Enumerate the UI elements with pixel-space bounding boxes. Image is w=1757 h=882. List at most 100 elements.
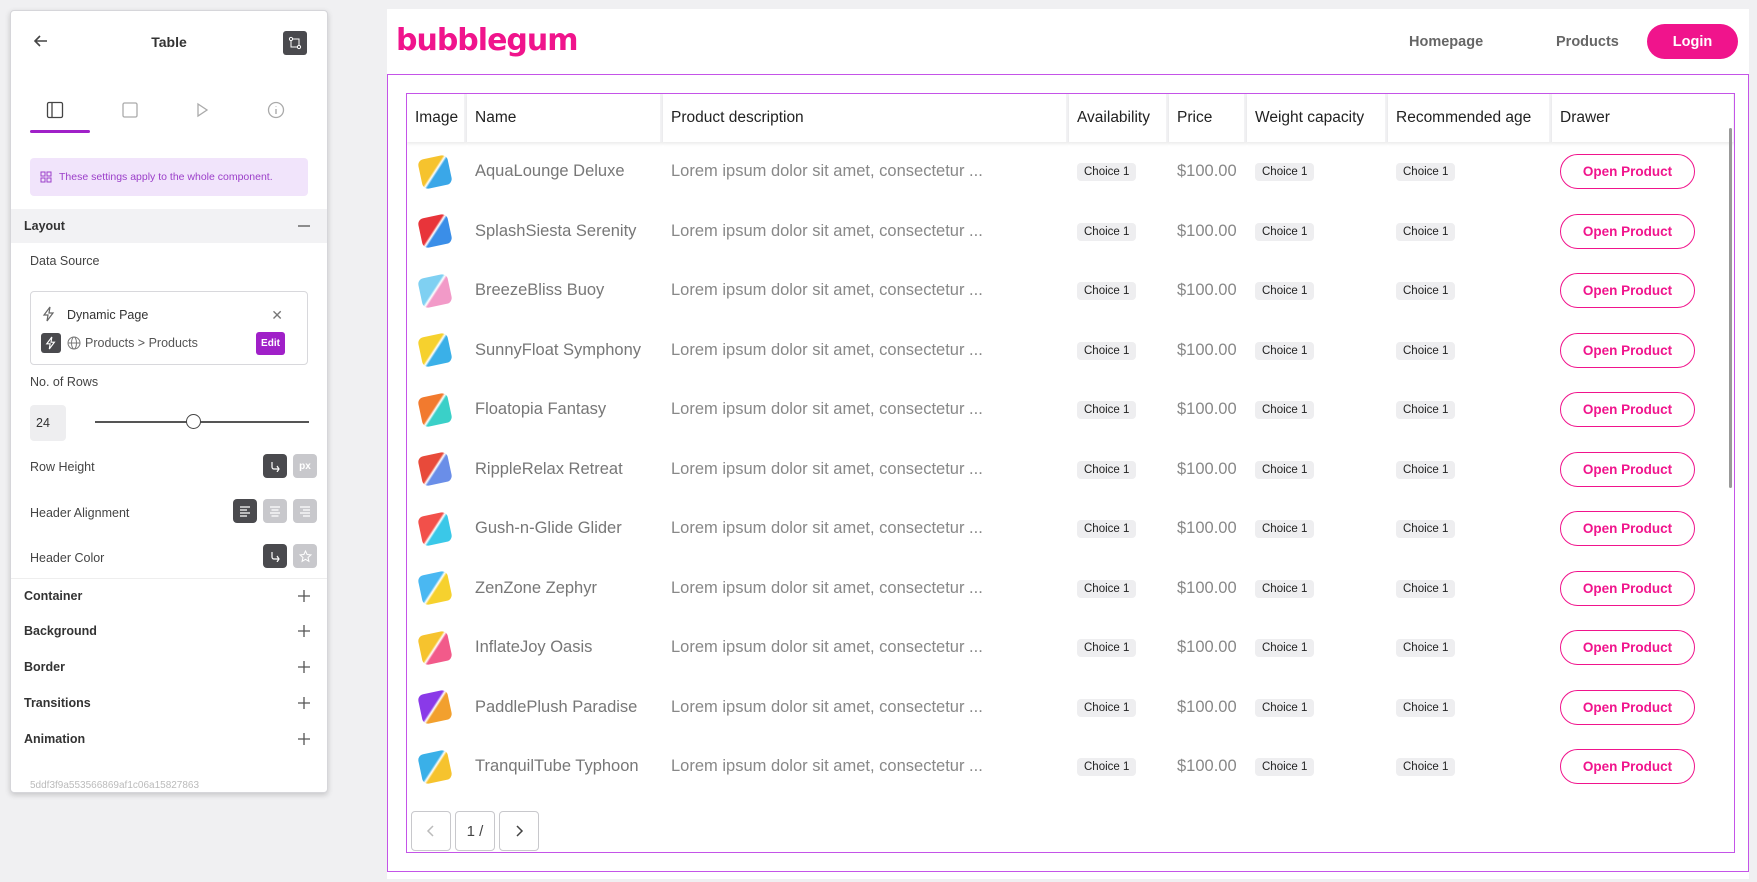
age-chip: Choice 1 [1396, 460, 1456, 479]
product-price: $100.00 [1177, 459, 1237, 478]
slider-knob[interactable] [186, 414, 202, 429]
column-header[interactable]: Image [407, 94, 467, 142]
table-scrollbar[interactable] [1729, 128, 1732, 488]
section-label: Border [24, 660, 65, 674]
product-thumbnail[interactable] [417, 510, 453, 547]
nav-homepage[interactable]: Homepage [1409, 34, 1483, 50]
edit-button[interactable]: Edit [256, 332, 285, 355]
product-thumbnail[interactable] [417, 689, 453, 726]
open-product-button[interactable]: Open Product [1560, 630, 1695, 666]
link-icon[interactable] [263, 454, 287, 478]
weight-cell: Choice 1 [1247, 737, 1388, 797]
rows-input[interactable]: 24 [30, 405, 66, 441]
table-row[interactable]: Floatopia Fantasy Lorem ipsum dolor sit a… [407, 380, 1734, 440]
product-image-cell [407, 380, 467, 440]
open-product-button[interactable]: Open Product [1560, 213, 1695, 249]
availability-cell: Choice 1 [1069, 499, 1169, 559]
open-product-button[interactable]: Open Product [1560, 392, 1695, 428]
table-row[interactable]: ZenZone Zephyr Lorem ipsum dolor sit amet… [407, 559, 1734, 619]
product-thumbnail[interactable] [417, 213, 453, 250]
table-row[interactable]: Gush-n-Glide Glider Lorem ipsum dolor sit… [407, 499, 1734, 559]
px-unit-button[interactable]: px [293, 454, 317, 478]
branch-icon[interactable] [283, 31, 307, 55]
product-thumbnail[interactable] [417, 153, 453, 190]
product-thumbnail[interactable] [417, 272, 453, 309]
column-header[interactable]: Product description [663, 94, 1069, 142]
bolt-icon[interactable] [41, 333, 61, 353]
close-icon[interactable]: ✕ [271, 307, 283, 324]
product-name: SunnyFloat Symphony [475, 340, 642, 359]
plus-icon[interactable] [297, 589, 311, 603]
table-row[interactable]: InflateJoy Oasis Lorem ipsum dolor sit am… [407, 618, 1734, 678]
drawer-cell: Open Product [1552, 321, 1734, 381]
next-page-button[interactable] [499, 811, 539, 851]
table-component[interactable]: Image Name Product description Availabil… [406, 93, 1735, 853]
settings-panel: Table These settings apply to the whole … [10, 10, 328, 793]
weight-chip: Choice 1 [1255, 163, 1315, 182]
open-product-button[interactable]: Open Product [1560, 749, 1695, 785]
product-thumbnail[interactable] [417, 391, 453, 428]
align-center-icon[interactable] [263, 499, 287, 523]
align-left-icon[interactable] [233, 499, 257, 523]
column-header[interactable]: Weight capacity [1247, 94, 1388, 142]
drawer-cell: Open Product [1552, 261, 1734, 321]
product-thumbnail[interactable] [417, 332, 453, 369]
availability-cell: Choice 1 [1069, 380, 1169, 440]
star-icon[interactable] [293, 544, 317, 568]
open-product-button[interactable]: Open Product [1560, 570, 1695, 606]
column-header[interactable]: Drawer [1552, 94, 1734, 142]
section-background[interactable]: Background [11, 614, 327, 648]
column-header[interactable]: Price [1169, 94, 1247, 142]
table-row[interactable]: PaddlePlush Paradise Lorem ipsum dolor si… [407, 678, 1734, 738]
site-logo[interactable]: bubblegum [396, 23, 579, 58]
rows-slider[interactable] [95, 414, 309, 429]
weight-chip: Choice 1 [1255, 520, 1315, 539]
section-transitions[interactable]: Transitions [11, 686, 327, 720]
layout-icon[interactable] [44, 99, 66, 121]
align-right-icon[interactable] [293, 499, 317, 523]
section-border[interactable]: Border [11, 650, 327, 684]
open-product-button[interactable]: Open Product [1560, 511, 1695, 547]
play-icon[interactable] [191, 99, 213, 121]
open-product-button[interactable]: Open Product [1560, 273, 1695, 309]
section-animation[interactable]: Animation [11, 722, 327, 756]
weight-cell: Choice 1 [1247, 261, 1388, 321]
table-row[interactable]: AquaLounge Deluxe Lorem ipsum dolor sit a… [407, 142, 1734, 202]
table-row[interactable]: SplashSiesta Serenity Lorem ipsum dolor s… [407, 202, 1734, 262]
weight-cell: Choice 1 [1247, 202, 1388, 262]
drawer-cell: Open Product [1552, 142, 1734, 202]
table-row[interactable]: TranquilTube Typhoon Lorem ipsum dolor si… [407, 737, 1734, 797]
prev-page-button[interactable] [411, 811, 451, 851]
table-row[interactable]: BreezeBliss Buoy Lorem ipsum dolor sit am… [407, 261, 1734, 321]
minus-icon[interactable] [297, 219, 311, 233]
plus-icon[interactable] [297, 624, 311, 638]
info-icon[interactable] [265, 99, 287, 121]
open-product-button[interactable]: Open Product [1560, 451, 1695, 487]
age-cell: Choice 1 [1388, 737, 1552, 797]
column-header[interactable]: Availability [1069, 94, 1169, 142]
table-row[interactable]: RippleRelax Retreat Lorem ipsum dolor sit… [407, 440, 1734, 500]
table-row[interactable]: SunnyFloat Symphony Lorem ipsum dolor sit… [407, 321, 1734, 381]
column-header[interactable]: Recommended age [1388, 94, 1552, 142]
plus-icon[interactable] [297, 660, 311, 674]
data-source-label: Data Source [30, 254, 100, 268]
link-icon[interactable] [263, 544, 287, 568]
pagination: 1 / [411, 811, 539, 851]
nav-products[interactable]: Products [1556, 34, 1619, 50]
open-product-button[interactable]: Open Product [1560, 689, 1695, 725]
plus-icon[interactable] [297, 732, 311, 746]
section-container[interactable]: Container [11, 578, 327, 612]
section-label: Animation [24, 732, 86, 746]
login-button[interactable]: Login [1647, 24, 1738, 59]
open-product-button[interactable]: Open Product [1560, 332, 1695, 368]
age-chip: Choice 1 [1396, 520, 1456, 539]
product-thumbnail[interactable] [417, 629, 453, 666]
square-icon[interactable] [119, 99, 141, 121]
product-thumbnail[interactable] [417, 748, 453, 785]
product-thumbnail[interactable] [417, 451, 453, 488]
product-thumbnail[interactable] [417, 570, 453, 607]
section-layout[interactable]: Layout [11, 209, 327, 243]
column-header[interactable]: Name [467, 94, 663, 142]
plus-icon[interactable] [297, 696, 311, 710]
open-product-button[interactable]: Open Product [1560, 154, 1695, 190]
